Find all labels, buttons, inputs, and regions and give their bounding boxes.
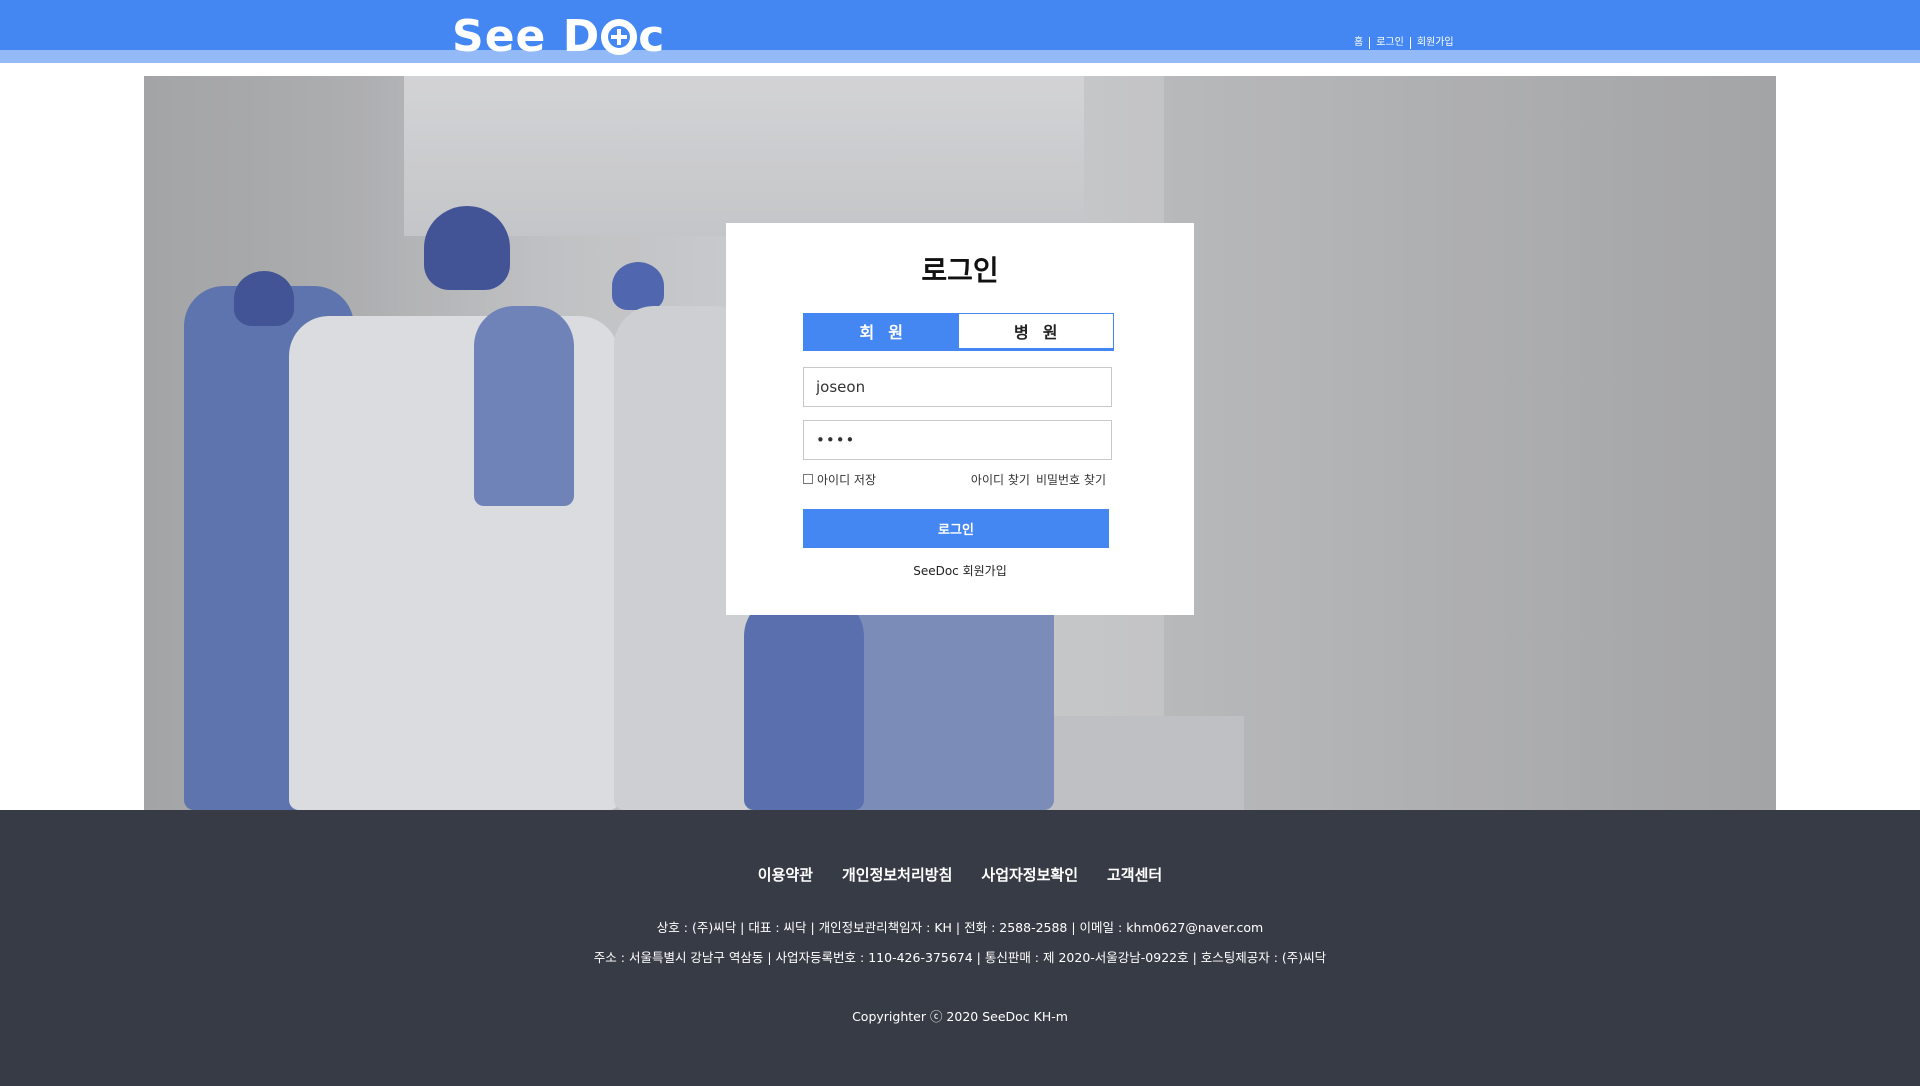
logo-text-left: See D xyxy=(452,11,601,62)
top-header: See D c 홈 로그인 회원가입 xyxy=(0,0,1920,63)
footer-links: 이용약관 개인정보처리방침 사업자정보확인 고객센터 xyxy=(0,864,1920,885)
login-options: 아이디 저장 아이디 찾기 비밀번호 찾기 xyxy=(803,471,1114,487)
tab-member[interactable]: 회원 xyxy=(804,314,959,348)
address-info-line: 주소 : 서울특별시 강남구 역삼동 | 사업자등록번호 : 110-426-3… xyxy=(593,950,1327,965)
copyright-text: Copyrighter ⓒ 2020 SeeDoc KH-m xyxy=(852,1009,1068,1024)
login-submit-button[interactable]: 로그인 xyxy=(803,509,1109,548)
remember-id-label[interactable]: 아이디 저장 xyxy=(817,471,876,488)
logo-text-right: c xyxy=(638,11,666,62)
find-id-link[interactable]: 아이디 찾기 xyxy=(971,471,1030,488)
find-links: 아이디 찾기 비밀번호 찾기 xyxy=(971,471,1106,488)
login-type-tabs: 회원 병원 xyxy=(803,313,1114,351)
remember-id-checkbox[interactable] xyxy=(803,474,813,484)
signup-link[interactable]: SeeDoc 회원가입 xyxy=(726,562,1194,579)
nav-signup-link[interactable]: 회원가입 xyxy=(1411,36,1460,49)
password-input[interactable] xyxy=(803,420,1112,460)
top-nav: 홈 로그인 회원가입 xyxy=(1348,36,1460,49)
find-password-link[interactable]: 비밀번호 찾기 xyxy=(1036,471,1106,488)
seedoc-logo[interactable]: See D c xyxy=(452,12,665,62)
user-id-input[interactable] xyxy=(803,367,1112,407)
site-footer: 이용약관 개인정보처리방침 사업자정보확인 고객센터 상호 : (주)씨닥 | … xyxy=(0,810,1920,1086)
footer-support-link[interactable]: 고객센터 xyxy=(1107,864,1162,885)
tab-hospital[interactable]: 병원 xyxy=(958,314,1113,348)
footer-business-info-link[interactable]: 사업자정보확인 xyxy=(981,864,1078,885)
login-title: 로그인 xyxy=(921,254,999,287)
login-panel: 로그인 회원 병원 아이디 저장 아이디 찾기 비밀번호 찾기 로그인 SeeD… xyxy=(726,223,1194,615)
nav-login-link[interactable]: 로그인 xyxy=(1370,36,1410,49)
company-info-line: 상호 : (주)씨닥 | 대표 : 씨닥 | 개인정보관리책임자 : KH | … xyxy=(656,920,1264,935)
medical-cross-icon xyxy=(601,19,638,55)
nav-home-link[interactable]: 홈 xyxy=(1348,36,1369,49)
footer-terms-link[interactable]: 이용약관 xyxy=(758,864,813,885)
footer-privacy-link[interactable]: 개인정보처리방침 xyxy=(842,864,952,885)
